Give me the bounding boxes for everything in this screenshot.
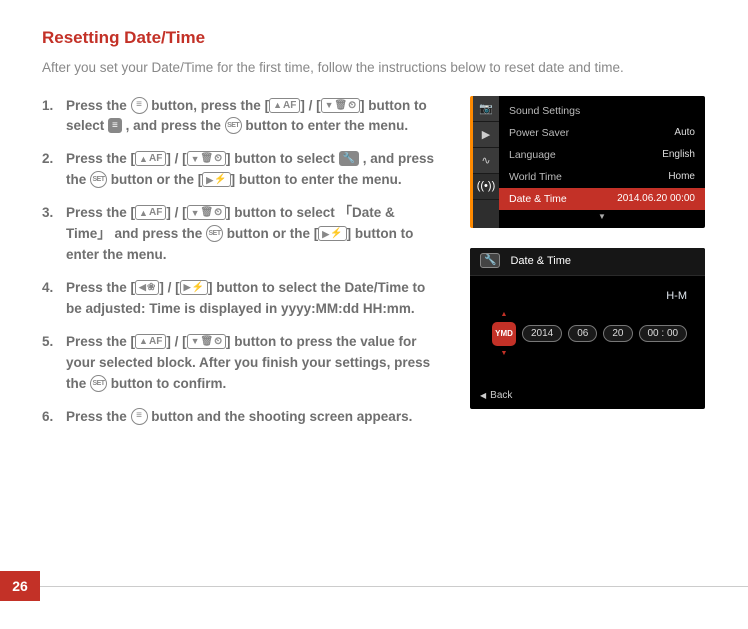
menu-sidebar: 📷 ▶ ∿ ((•)) bbox=[473, 96, 499, 228]
menu-item-worldtime[interactable]: World TimeHome bbox=[499, 166, 705, 188]
back-arrow-icon: ◀ bbox=[480, 391, 486, 400]
menu-settings-icon: ≡ bbox=[108, 118, 122, 133]
step-4: Press the [◀❀] / [▶⚡] button to select t… bbox=[42, 278, 442, 320]
month-value[interactable]: 06 bbox=[568, 325, 597, 342]
sidebar-icon-wireless[interactable]: ((•)) bbox=[473, 174, 499, 200]
up-af-icon: ▲AF bbox=[135, 334, 166, 349]
menu-item-sound[interactable]: Sound Settings bbox=[499, 100, 705, 122]
hm-label: H-M bbox=[666, 290, 687, 302]
wrench-icon: 🔧 bbox=[480, 253, 500, 268]
footer-separator bbox=[40, 586, 748, 587]
set-button-icon: SET bbox=[90, 171, 107, 188]
up-af-icon: ▲AF bbox=[135, 205, 166, 220]
menu-item-language[interactable]: LanguageEnglish bbox=[499, 144, 705, 166]
menu-button-icon: ≡ bbox=[131, 408, 148, 425]
menu-screen: 📷 ▶ ∿ ((•)) Sound Settings Power SaverAu… bbox=[470, 96, 705, 228]
right-flash-icon: ▶⚡ bbox=[202, 172, 230, 187]
year-value[interactable]: 2014 bbox=[522, 325, 562, 342]
menu-list: Sound Settings Power SaverAuto LanguageE… bbox=[499, 96, 705, 228]
step-3: Press the [▲AF] / [▼🗑⏲] button to select… bbox=[42, 203, 442, 266]
down-delete-timer-icon: ▼🗑⏲ bbox=[187, 334, 226, 349]
sidebar-icon-camera[interactable]: 📷 bbox=[473, 96, 499, 122]
up-af-icon: ▲AF bbox=[269, 98, 300, 113]
step-6: Press the ≡ button and the shooting scre… bbox=[42, 407, 442, 428]
sidebar-icon-wave[interactable]: ∿ bbox=[473, 148, 499, 174]
intro-text: After you set your Date/Time for the fir… bbox=[42, 58, 710, 78]
steps-list: Press the ≡ button, press the [▲AF] / [▼… bbox=[42, 96, 442, 428]
down-delete-timer-icon: ▼🗑⏲ bbox=[321, 98, 360, 113]
back-button[interactable]: ◀Back bbox=[470, 384, 705, 409]
page-number: 26 bbox=[0, 571, 40, 601]
scroll-down-indicator-icon: ▼ bbox=[499, 210, 705, 224]
right-flash-icon: ▶⚡ bbox=[318, 226, 346, 241]
down-delete-timer-icon: ▼🗑⏲ bbox=[187, 151, 226, 166]
sidebar-icon-play[interactable]: ▶ bbox=[473, 122, 499, 148]
step-1: Press the ≡ button, press the [▲AF] / [▼… bbox=[42, 96, 442, 138]
wrench-menu-icon: 🔧 bbox=[339, 151, 359, 166]
time-value[interactable]: 00 : 00 bbox=[639, 325, 688, 342]
menu-button-icon: ≡ bbox=[131, 97, 148, 114]
step-2: Press the [▲AF] / [▼🗑⏲] button to select… bbox=[42, 149, 442, 191]
down-delete-timer-icon: ▼🗑⏲ bbox=[187, 205, 226, 220]
page-title: Resetting Date/Time bbox=[42, 28, 710, 48]
menu-item-powersaver[interactable]: Power SaverAuto bbox=[499, 122, 705, 144]
datetime-header-title: Date & Time bbox=[510, 255, 571, 267]
up-af-icon: ▲AF bbox=[135, 151, 166, 166]
step-5: Press the [▲AF] / [▼🗑⏲] button to press … bbox=[42, 332, 442, 395]
menu-item-datetime[interactable]: Date & Time2014.06.20 00:00 bbox=[499, 188, 705, 210]
set-button-icon: SET bbox=[90, 375, 107, 392]
day-value[interactable]: 20 bbox=[603, 325, 632, 342]
datetime-screen: 🔧 Date & Time H-M YMD 2014 06 20 00 : 00… bbox=[470, 248, 705, 409]
right-flash-icon: ▶⚡ bbox=[180, 280, 208, 295]
set-button-icon: SET bbox=[225, 117, 242, 134]
ymd-format-selector[interactable]: YMD bbox=[492, 322, 516, 346]
set-button-icon: SET bbox=[206, 225, 223, 242]
left-macro-icon: ◀❀ bbox=[135, 280, 159, 295]
